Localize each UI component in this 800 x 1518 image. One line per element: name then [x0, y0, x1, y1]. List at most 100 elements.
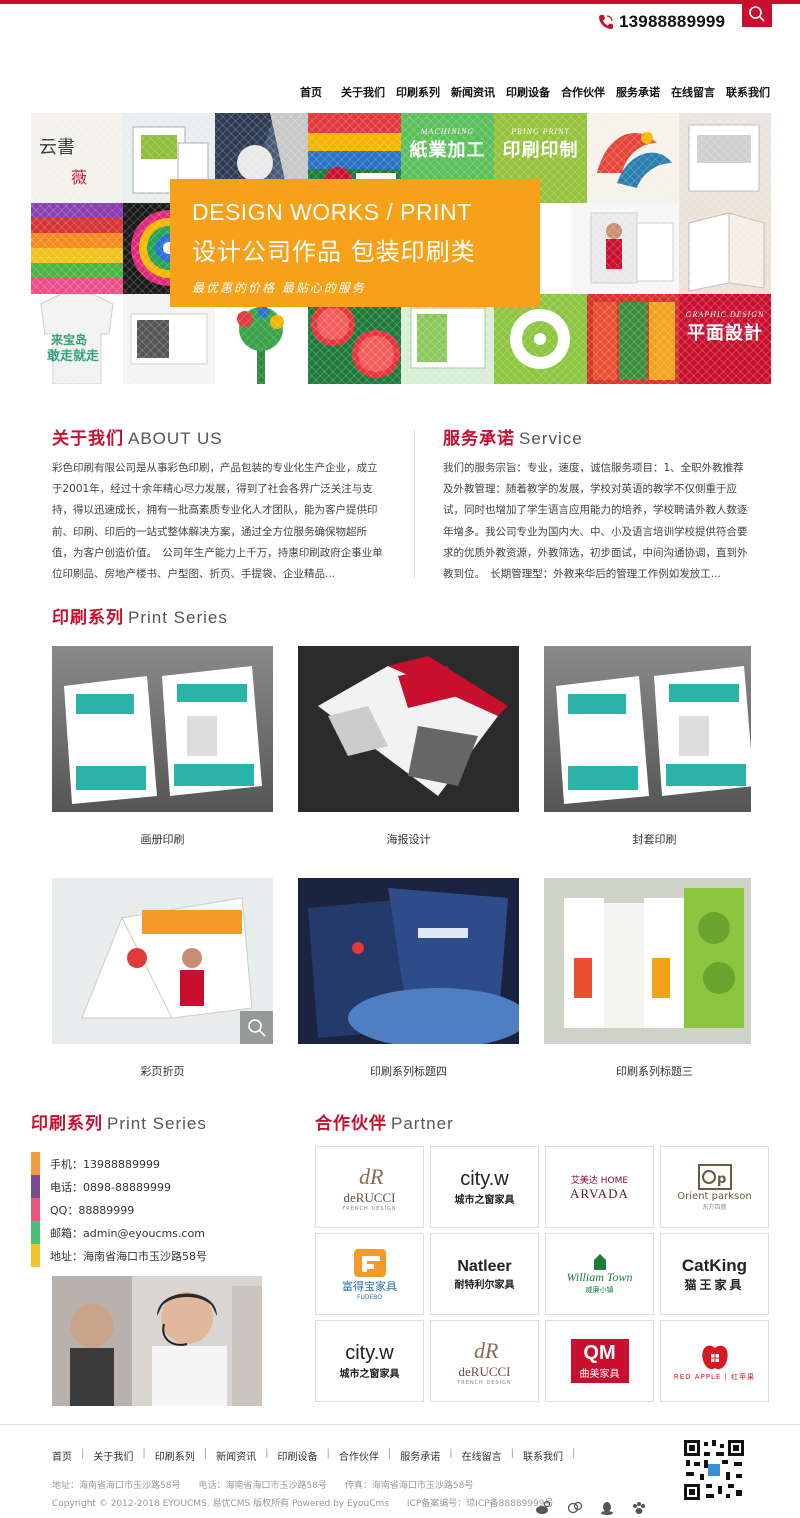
product-image[interactable]: [298, 878, 519, 1044]
product-caption[interactable]: 印刷系列标题三: [544, 1063, 765, 1079]
contact-list: 手机：13988889999 电话：0898-88889999 QQ：88889…: [31, 1152, 207, 1267]
nav-about[interactable]: 关于我们: [341, 84, 385, 100]
partner-name: CatKing: [681, 1255, 748, 1275]
partner-name: Natleer: [457, 1257, 512, 1275]
derucci-logo-icon: dR: [474, 1338, 499, 1363]
weixin-icon[interactable]: [567, 1500, 583, 1514]
footer-link-home[interactable]: 首页: [52, 1448, 72, 1463]
contact-email: 邮箱：admin@eyoucms.com: [31, 1221, 207, 1244]
partner-logo-qumei[interactable]: QM 曲美家具: [545, 1320, 654, 1402]
nav-news[interactable]: 新闻资讯: [451, 84, 495, 100]
contact-title-en: Print Series: [107, 1114, 207, 1133]
banner-tile-graphic: GRAPHIC DESIGN 平面設計: [679, 294, 771, 384]
svg-text:云書: 云書: [39, 137, 75, 158]
nav-message[interactable]: 在线留言: [671, 84, 715, 100]
nav-print-series[interactable]: 印刷系列: [396, 84, 440, 100]
product-image[interactable]: [298, 646, 519, 812]
nav-contact[interactable]: 联系我们: [726, 84, 770, 100]
banner-tile: [308, 294, 401, 384]
partner-logo-natleer[interactable]: Natleer 耐特利尔家具: [430, 1233, 539, 1315]
contact-text: 邮箱：admin@eyoucms.com: [50, 1226, 205, 1240]
partner-subname: 猫王家具: [684, 1277, 745, 1292]
qq-icon[interactable]: [600, 1500, 614, 1515]
partner-logo-cityw[interactable]: city.w 城市之窗家具: [315, 1320, 424, 1402]
svg-text:敢走就走: 敢走就走: [47, 348, 100, 364]
banner-tile: [494, 294, 587, 384]
partner-title-cn: 合作伙伴: [315, 1114, 387, 1134]
print-series-title-en: Print Series: [128, 608, 228, 627]
partner-logo-derucci[interactable]: dR deRUCCI FRENCH DESIGN: [315, 1146, 424, 1228]
partner-name: William Town: [566, 1269, 633, 1284]
contact-title: 印刷系列 Print Series: [31, 1109, 207, 1134]
partner-logo-arvada[interactable]: 艾美达 HOME ARVADA: [545, 1146, 654, 1228]
contact-mobile: 手机：13988889999: [31, 1152, 207, 1175]
product-card[interactable]: 印刷系列标题三: [544, 878, 765, 1079]
partner-logo-red-apple[interactable]: RED APPLE | 红苹果: [660, 1320, 769, 1402]
footer-link-service[interactable]: 服务承诺: [400, 1448, 440, 1463]
print-series-title: 印刷系列 Print Series: [52, 603, 228, 628]
partner-logo-orient-parkson[interactable]: p Orient parkson 东方百盛: [660, 1146, 769, 1228]
partner-subname: FRENCH DESIGN: [342, 1206, 397, 1212]
product-image[interactable]: [544, 646, 765, 812]
partner-name: 富得宝家具: [342, 1279, 397, 1293]
partner-logo-william-town[interactable]: William Town 威廉小镇: [545, 1233, 654, 1315]
footer-link-about[interactable]: 关于我们: [93, 1448, 133, 1463]
partner-subname: 威廉小镇: [585, 1285, 614, 1294]
product-image[interactable]: [52, 646, 273, 812]
zoom-button[interactable]: [240, 1011, 273, 1044]
footer-link-equipment[interactable]: 印刷设备: [278, 1448, 318, 1463]
partner-logo-fudebo[interactable]: 富得宝家具 FUDEBO: [315, 1233, 424, 1315]
footer-separator: |: [265, 1448, 269, 1459]
product-card[interactable]: 印刷系列标题四: [298, 878, 519, 1079]
contact-address: 地址：海南省海口市玉沙路58号: [31, 1244, 207, 1267]
footer-separator: |: [326, 1448, 330, 1459]
partner-logo-cityw[interactable]: city.w 城市之窗家具: [430, 1146, 539, 1228]
footer-separator: |: [203, 1448, 208, 1459]
phone-icon: [599, 15, 613, 29]
nav-equipment[interactable]: 印刷设备: [506, 84, 550, 100]
footer-link-contact[interactable]: 联系我们: [523, 1448, 563, 1463]
banner-tile-small-label: MACHINING: [420, 127, 475, 136]
product-image[interactable]: [52, 878, 273, 1044]
svg-text:dR: dR: [474, 1338, 499, 1363]
product-caption[interactable]: 画册印刷: [52, 831, 273, 847]
nav-home[interactable]: 首页: [300, 84, 322, 100]
contact-phone: 电话：0898-88889999: [31, 1175, 207, 1198]
footer-separator: |: [81, 1448, 85, 1459]
footer-link-message[interactable]: 在线留言: [462, 1448, 502, 1463]
footer-link-news[interactable]: 新闻资讯: [216, 1448, 256, 1463]
footer-separator: |: [510, 1448, 514, 1459]
nav-partner[interactable]: 合作伙伴: [561, 84, 605, 100]
product-caption[interactable]: 海报设计: [298, 831, 519, 847]
banner-tile: [587, 294, 679, 384]
banner-tile: [587, 113, 679, 203]
partner-name: city.w: [460, 1168, 509, 1190]
footer-link-partner[interactable]: 合作伙伴: [339, 1448, 379, 1463]
product-card[interactable]: 画册印刷: [52, 646, 273, 847]
contact-text: QQ：88889999: [50, 1203, 135, 1217]
partner-logo-derucci[interactable]: dR deRUCCI FRENCH DESIGN: [430, 1320, 539, 1402]
banner-tile: [401, 294, 494, 384]
search-button[interactable]: [742, 0, 772, 27]
product-caption[interactable]: 印刷系列标题四: [298, 1063, 519, 1079]
product-card[interactable]: 海报设计: [298, 646, 519, 847]
partner-name: deRUCCI: [458, 1364, 511, 1379]
contact-qq: QQ：88889999: [31, 1198, 207, 1221]
product-caption[interactable]: 彩页折页: [52, 1063, 273, 1079]
footer-link-print-series[interactable]: 印刷系列: [155, 1448, 195, 1463]
product-card[interactable]: 彩页折页: [52, 878, 273, 1079]
partner-subname: 耐特利尔家具: [454, 1279, 515, 1291]
partner-logo-catking[interactable]: CatKing 猫王家具: [660, 1233, 769, 1315]
hero-banner[interactable]: 云書薇 MACHINING 紙業加工 PRING PRINT 印刷印制 来宝岛 …: [31, 113, 771, 384]
product-card[interactable]: 封套印刷: [544, 646, 765, 847]
product-caption[interactable]: 封套印刷: [544, 831, 765, 847]
banner-tile-big-label: 平面設計: [687, 323, 763, 344]
contact-text: 地址：海南省海口市玉沙路58号: [50, 1249, 207, 1263]
paw-icon[interactable]: [632, 1500, 646, 1514]
product-image[interactable]: [544, 878, 765, 1044]
weibo-icon[interactable]: [536, 1500, 551, 1514]
contact-bar: [31, 1221, 40, 1244]
footer-separator: |: [387, 1448, 392, 1459]
red-apple-logo-icon: [701, 1345, 728, 1370]
nav-service[interactable]: 服务承诺: [616, 84, 660, 100]
